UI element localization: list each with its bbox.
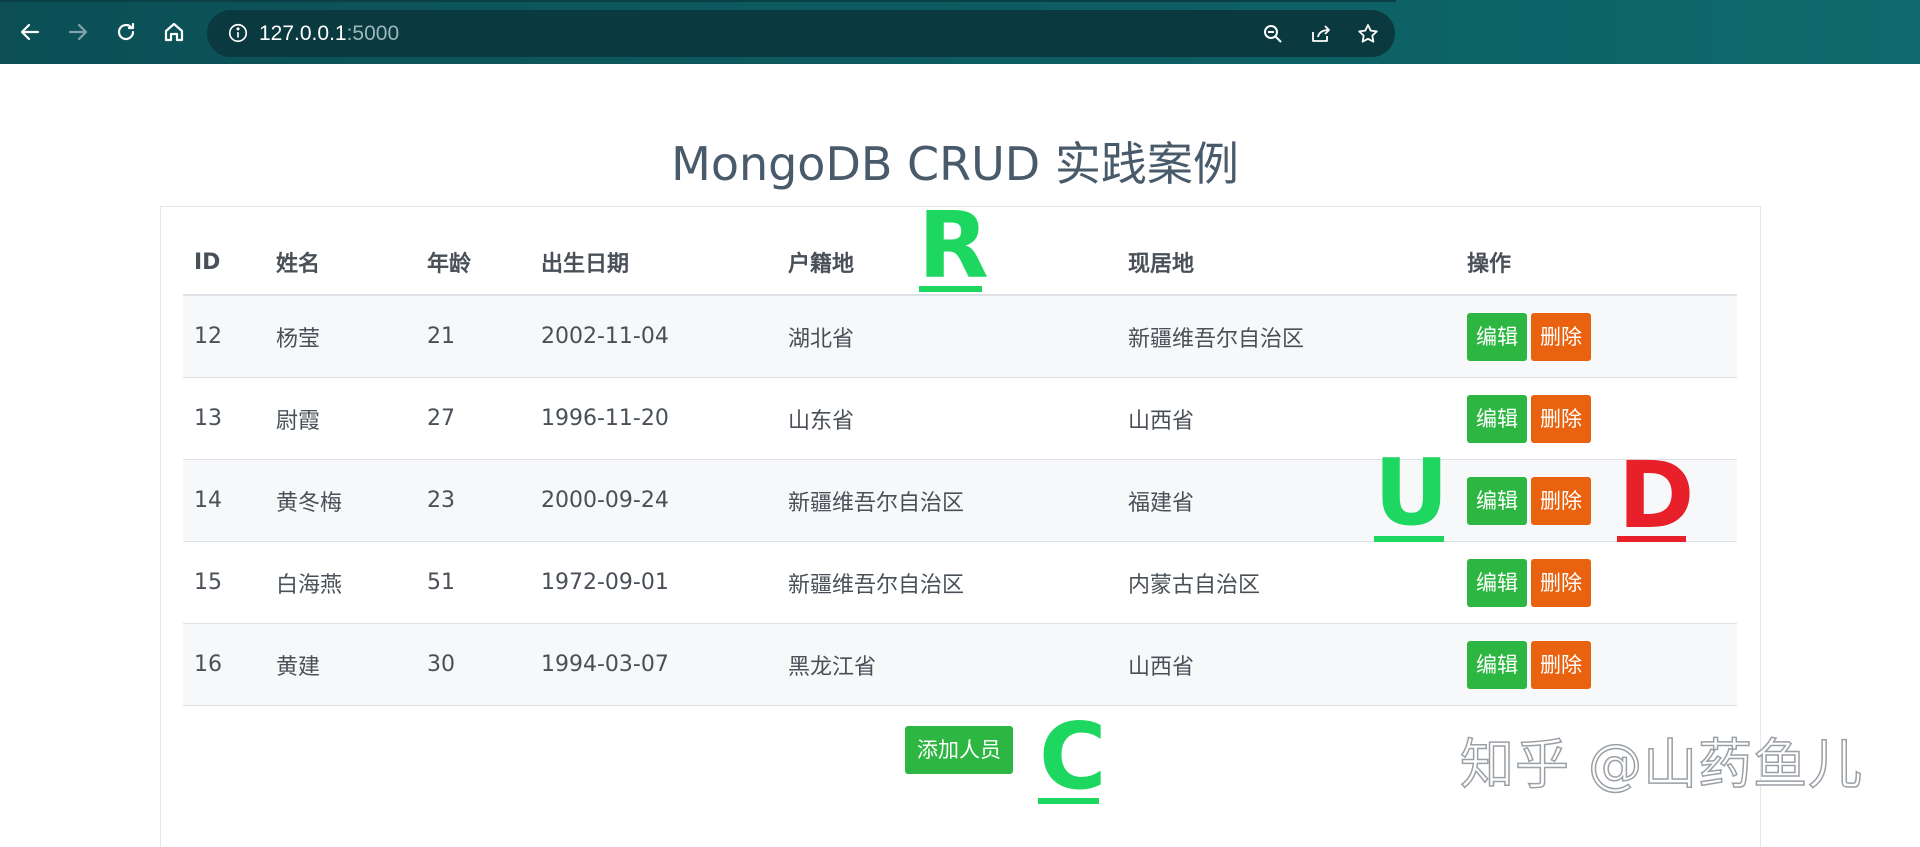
edit-button[interactable]: 编辑: [1467, 558, 1527, 607]
info-icon[interactable]: [227, 22, 249, 44]
delete-button[interactable]: 删除: [1531, 312, 1591, 361]
reload-icon: [117, 22, 135, 41]
delete-button[interactable]: 删除: [1531, 558, 1591, 607]
cell-birth: 1996-11-20: [530, 377, 777, 460]
cell-birth: 1972-09-01: [530, 541, 777, 624]
column-header-age: 年龄: [416, 230, 530, 296]
edit-button[interactable]: 编辑: [1467, 312, 1527, 361]
cell-age: 23: [416, 459, 530, 542]
edit-button[interactable]: 编辑: [1467, 394, 1527, 443]
cell-actions: 编辑 删除: [1456, 623, 1737, 706]
cell-actions: 编辑 删除: [1456, 377, 1737, 460]
arrow-left-icon: [20, 23, 40, 41]
arrow-right-icon: [68, 23, 88, 41]
zoom-button[interactable]: [1260, 21, 1286, 47]
cell-id: 13: [183, 377, 265, 460]
table-row: 12 杨莹 21 2002-11-04 湖北省 新疆维吾尔自治区 编辑 删除: [183, 295, 1737, 378]
home-button[interactable]: [156, 14, 192, 50]
table-row: 15 白海燕 51 1972-09-01 新疆维吾尔自治区 内蒙古自治区 编辑删…: [183, 541, 1737, 624]
cell-residence: 内蒙古自治区: [1117, 541, 1456, 624]
cell-hometown: 新疆维吾尔自治区: [777, 541, 1117, 624]
edit-button[interactable]: 编辑: [1467, 476, 1527, 525]
column-header-name: 姓名: [265, 230, 416, 296]
cell-birth: 1994-03-07: [530, 623, 777, 706]
zoom-out-icon: [1264, 25, 1282, 43]
annotation-c: C: [1039, 703, 1107, 810]
share-button[interactable]: [1308, 21, 1334, 47]
page-title: MongoDB CRUD 实践案例: [671, 137, 1239, 191]
delete-button[interactable]: 删除: [1531, 640, 1591, 689]
cell-age: 30: [416, 623, 530, 706]
cell-id: 14: [183, 459, 265, 542]
cell-name: 尉霞: [265, 377, 416, 460]
annotation-r-underline: [919, 286, 982, 292]
cell-hometown: 新疆维吾尔自治区: [777, 459, 1117, 542]
annotation-u-underline: [1374, 536, 1444, 542]
cell-id: 16: [183, 623, 265, 706]
url-port: :5000: [346, 22, 400, 45]
table-row: 13 尉霞 27 1996-11-20 山东省 山西省 编辑 删除: [183, 377, 1737, 460]
people-table: ID 姓名 年龄 出生日期 户籍地 现居地 操作 12 杨莹 21 2002-1…: [183, 230, 1737, 706]
home-icon: [164, 22, 184, 42]
share-icon: [1312, 25, 1330, 42]
table-row: 16 黄建 30 1994-03-07 黑龙江省 山西省 编辑 删除: [183, 623, 1737, 706]
annotation-d-underline: [1617, 536, 1686, 542]
cell-name: 杨莹: [265, 295, 416, 378]
edit-button[interactable]: 编辑: [1467, 640, 1527, 689]
cell-hometown: 黑龙江省: [777, 623, 1117, 706]
cell-actions: 编辑 删除: [1456, 295, 1737, 378]
cell-residence: 山西省: [1117, 623, 1456, 706]
url-host: 127.0.0.1: [259, 22, 347, 45]
table-row: 14 黄冬梅 23 2000-09-24 新疆维吾尔自治区 福建省 编辑 删除: [183, 459, 1737, 542]
cell-name: 黄建: [265, 623, 416, 706]
cell-residence: 新疆维吾尔自治区: [1117, 295, 1456, 378]
cell-age: 21: [416, 295, 530, 378]
browser-toolbar: 127.0.0.1:5000: [0, 0, 1920, 64]
column-header-actions: 操作: [1456, 230, 1737, 296]
url-text[interactable]: 127.0.0.1:5000: [259, 21, 399, 47]
column-header-residence: 现居地: [1117, 230, 1456, 296]
cell-age: 51: [416, 541, 530, 624]
forward-button[interactable]: [60, 14, 96, 50]
cell-name: 白海燕: [265, 541, 416, 624]
cell-age: 27: [416, 377, 530, 460]
column-header-id: ID: [183, 230, 265, 296]
tab-strip-edge: [0, 0, 1396, 2]
cell-birth: 2000-09-24: [530, 459, 777, 542]
column-header-birth: 出生日期: [530, 230, 777, 296]
cell-actions: 编辑 删除: [1456, 459, 1737, 542]
annotation-d: D: [1618, 442, 1695, 549]
cell-actions: 编辑 删除: [1456, 541, 1737, 624]
bookmark-button[interactable]: [1355, 21, 1381, 47]
cell-name: 黄冬梅: [265, 459, 416, 542]
annotation-r: R: [918, 192, 989, 299]
add-person-button[interactable]: 添加人员: [905, 726, 1013, 774]
back-button[interactable]: [12, 14, 48, 50]
annotation-u: U: [1374, 439, 1449, 546]
delete-button[interactable]: 删除: [1531, 476, 1591, 525]
delete-button[interactable]: 删除: [1531, 394, 1591, 443]
cell-birth: 2002-11-04: [530, 295, 777, 378]
reload-button[interactable]: [108, 14, 144, 50]
address-bar[interactable]: 127.0.0.1:5000: [207, 10, 1395, 57]
star-icon: [1358, 24, 1378, 43]
cell-id: 12: [183, 295, 265, 378]
cell-hometown: 山东省: [777, 377, 1117, 460]
annotation-c-underline: [1038, 798, 1099, 804]
cell-hometown: 湖北省: [777, 295, 1117, 378]
watermark: 知乎 @山药鱼儿: [1459, 732, 1864, 797]
cell-id: 15: [183, 541, 265, 624]
